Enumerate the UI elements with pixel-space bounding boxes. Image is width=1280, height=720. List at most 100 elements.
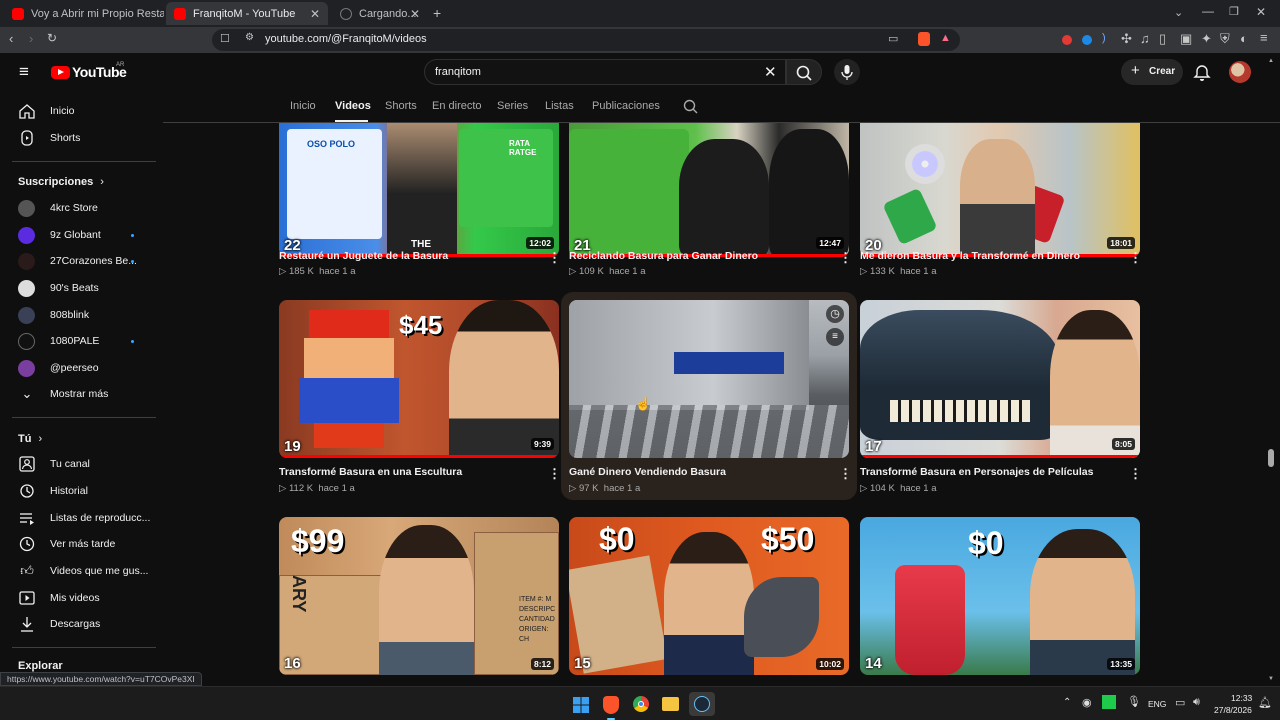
extension-icon[interactable] <box>1082 35 1092 45</box>
subscriptions-header[interactable]: Suscripciones › <box>18 176 104 188</box>
browser-tab[interactable]: Cargando... ✕ <box>332 2 428 25</box>
tab-listas[interactable]: Listas <box>545 100 574 112</box>
reload-icon[interactable]: ↻ <box>47 31 57 45</box>
clear-search-icon[interactable]: ✕ <box>764 63 777 81</box>
app-tray-icon[interactable] <box>1102 695 1116 709</box>
file-explorer-icon[interactable] <box>662 697 679 711</box>
browser-tab[interactable]: Voy a Abrir mi Propio Restaurante - Y <box>4 2 164 25</box>
sidebar-item-shorts[interactable]: Shorts <box>18 125 80 151</box>
forward-icon[interactable]: › <box>29 31 33 46</box>
minimize-icon[interactable]: — <box>1202 4 1214 18</box>
sidebar-item-mis-videos[interactable]: Mis videos <box>18 585 100 611</box>
more-options-icon[interactable]: ⋮ <box>548 250 561 266</box>
tab-en-directo[interactable]: En directo <box>432 100 482 112</box>
maximize-icon[interactable]: ❐ <box>1229 5 1239 18</box>
clock-time[interactable]: 12:33 <box>1231 693 1252 703</box>
video-thumbnail[interactable]: $0 $50 15 10:02 <box>569 517 849 675</box>
translate-extension-icon[interactable]: ) <box>1102 32 1106 44</box>
create-button[interactable]: + Crear <box>1121 59 1183 85</box>
video-thumbnail[interactable]: 21 12:47 <box>569 123 849 257</box>
media-icon[interactable]: ♫ <box>1140 31 1150 46</box>
sidebar-item-listas[interactable]: Listas de reproducc... <box>18 505 150 531</box>
vpn-icon[interactable]: ⛨ <box>1220 31 1230 47</box>
more-options-icon[interactable]: ⋮ <box>548 466 561 482</box>
sidebar-item-subscription[interactable]: 27Corazones Be... <box>18 248 137 274</box>
more-options-icon[interactable]: ⋮ <box>1129 466 1142 482</box>
guide-menu-icon[interactable]: ≡ <box>19 62 29 82</box>
sidebar-item-inicio[interactable]: Inicio <box>18 98 75 124</box>
video-thumbnail[interactable]: 17 8:05 <box>860 300 1140 458</box>
more-options-icon[interactable]: ⋮ <box>1129 250 1142 266</box>
avatar[interactable] <box>1229 61 1251 83</box>
address-bar[interactable]: ☐ ⚙ youtube.com/@FranqitoM/videos ▭ ▲ <box>212 29 960 51</box>
tab-videos[interactable]: Videos <box>335 100 371 112</box>
menu-icon[interactable]: ≡ <box>1260 30 1268 45</box>
steam-app-button[interactable] <box>689 692 715 716</box>
close-window-icon[interactable]: ✕ <box>1256 5 1266 19</box>
chrome-icon[interactable] <box>633 696 649 712</box>
video-thumbnail[interactable]: 20 18:01 <box>860 123 1140 257</box>
sidebar-item-subscription[interactable]: 9z Globant <box>18 222 101 248</box>
brave-rewards-icon[interactable]: ▲ <box>940 32 951 44</box>
more-options-icon[interactable]: ⋮ <box>839 466 852 482</box>
scroll-down-icon[interactable]: ▼ <box>1268 676 1274 682</box>
sidebar-item-historial[interactable]: Historial <box>18 478 88 504</box>
record-extension-icon[interactable] <box>1062 35 1072 45</box>
tab-series[interactable]: Series <box>497 100 528 112</box>
page-scrollbar-thumb[interactable] <box>1268 449 1274 467</box>
windows-start-icon[interactable] <box>573 697 589 713</box>
sidebar-icon[interactable]: ▯ <box>1159 31 1166 47</box>
sidebar-item-show-more[interactable]: ⌄ Mostrar más <box>18 381 109 407</box>
video-title[interactable]: Me dieron Basura y la Transformé en Dine… <box>860 250 1120 262</box>
tab-inicio[interactable]: Inicio <box>290 100 316 112</box>
volume-icon[interactable]: 🔊︎ <box>1193 696 1200 709</box>
tab-search-icon[interactable]: ⌄ <box>1174 6 1183 19</box>
video-thumbnail[interactable]: $99 ARY ITEM #: M DESCRIPC CANTIDAD ORIG… <box>279 517 559 675</box>
extensions-icon[interactable]: ✣ <box>1121 31 1132 47</box>
microphone-tray-icon[interactable]: 🎙︎ <box>1127 695 1141 708</box>
watch-later-icon[interactable]: ◷ <box>826 305 844 323</box>
video-title[interactable]: Transformé Basura en Personajes de Pelíc… <box>860 466 1120 478</box>
network-icon[interactable]: ▭ <box>1175 696 1185 709</box>
cast-icon[interactable]: ▭ <box>888 32 898 45</box>
video-title[interactable]: Gané Dinero Vendiendo Basura <box>569 466 829 478</box>
audio-tray-icon[interactable]: ◉ <box>1082 696 1092 709</box>
sidebar-item-liked-videos[interactable]: 👍︎ Videos que me gus... <box>18 558 148 584</box>
tab-shorts[interactable]: Shorts <box>385 100 417 112</box>
sidebar-item-subscription[interactable]: 808blink <box>18 302 89 328</box>
browser-tab-active[interactable]: FranqitoM - YouTube ✕ <box>166 2 328 25</box>
video-thumbnail[interactable]: OSO POLO RATA RATGE THE 22 12:02 <box>279 123 559 257</box>
tab-publicaciones[interactable]: Publicaciones <box>592 100 660 112</box>
add-to-queue-icon[interactable]: ≡ <box>826 328 844 346</box>
brave-shields-icon[interactable] <box>918 32 930 46</box>
search-input[interactable]: franqitom ✕ <box>424 59 786 85</box>
you-header[interactable]: Tú › <box>18 433 42 445</box>
video-title[interactable]: Restauré un Juguete de la Basura <box>279 250 539 262</box>
video-thumbnail[interactable]: $0 14 13:35 <box>860 517 1140 675</box>
voice-search-button[interactable] <box>834 59 860 85</box>
tray-chevron-icon[interactable]: ⌃ <box>1063 697 1071 708</box>
back-icon[interactable]: ‹ <box>9 31 13 46</box>
brave-browser-icon[interactable] <box>603 696 619 714</box>
sidebar-item-subscription[interactable]: 4krc Store <box>18 195 98 221</box>
sidebar-item-tu-canal[interactable]: Tu canal <box>18 451 90 477</box>
notifications-icon[interactable] <box>1192 63 1212 83</box>
youtube-logo-icon[interactable] <box>51 66 70 79</box>
sidebar-item-subscription[interactable]: @peerseo <box>18 355 99 381</box>
channel-search-icon[interactable] <box>683 99 699 115</box>
site-info-icon[interactable]: ⚙ <box>245 32 254 43</box>
close-tab-icon[interactable]: ✕ <box>310 7 320 21</box>
scroll-up-icon[interactable]: ▲ <box>1268 58 1274 64</box>
search-button[interactable] <box>786 59 822 85</box>
video-thumbnail-preview[interactable]: ◷ ≡ ☝ <box>569 300 849 458</box>
new-tab-button[interactable]: + <box>433 5 441 21</box>
video-title[interactable]: Reciclando Basura para Ganar Dinero <box>569 250 829 262</box>
profile-sync-icon[interactable]: ◐ <box>1240 31 1248 46</box>
sidebar-item-subscription[interactable]: 1080PALE <box>18 328 99 354</box>
video-title[interactable]: Transformé Basura en una Escultura <box>279 466 539 478</box>
bookmark-icon[interactable]: ☐ <box>220 32 230 45</box>
clock-date[interactable]: 27/8/2026 <box>1214 705 1252 715</box>
leo-icon[interactable]: ✦ <box>1201 31 1212 47</box>
more-options-icon[interactable]: ⋮ <box>839 250 852 266</box>
language-indicator[interactable]: ENG <box>1148 699 1166 709</box>
